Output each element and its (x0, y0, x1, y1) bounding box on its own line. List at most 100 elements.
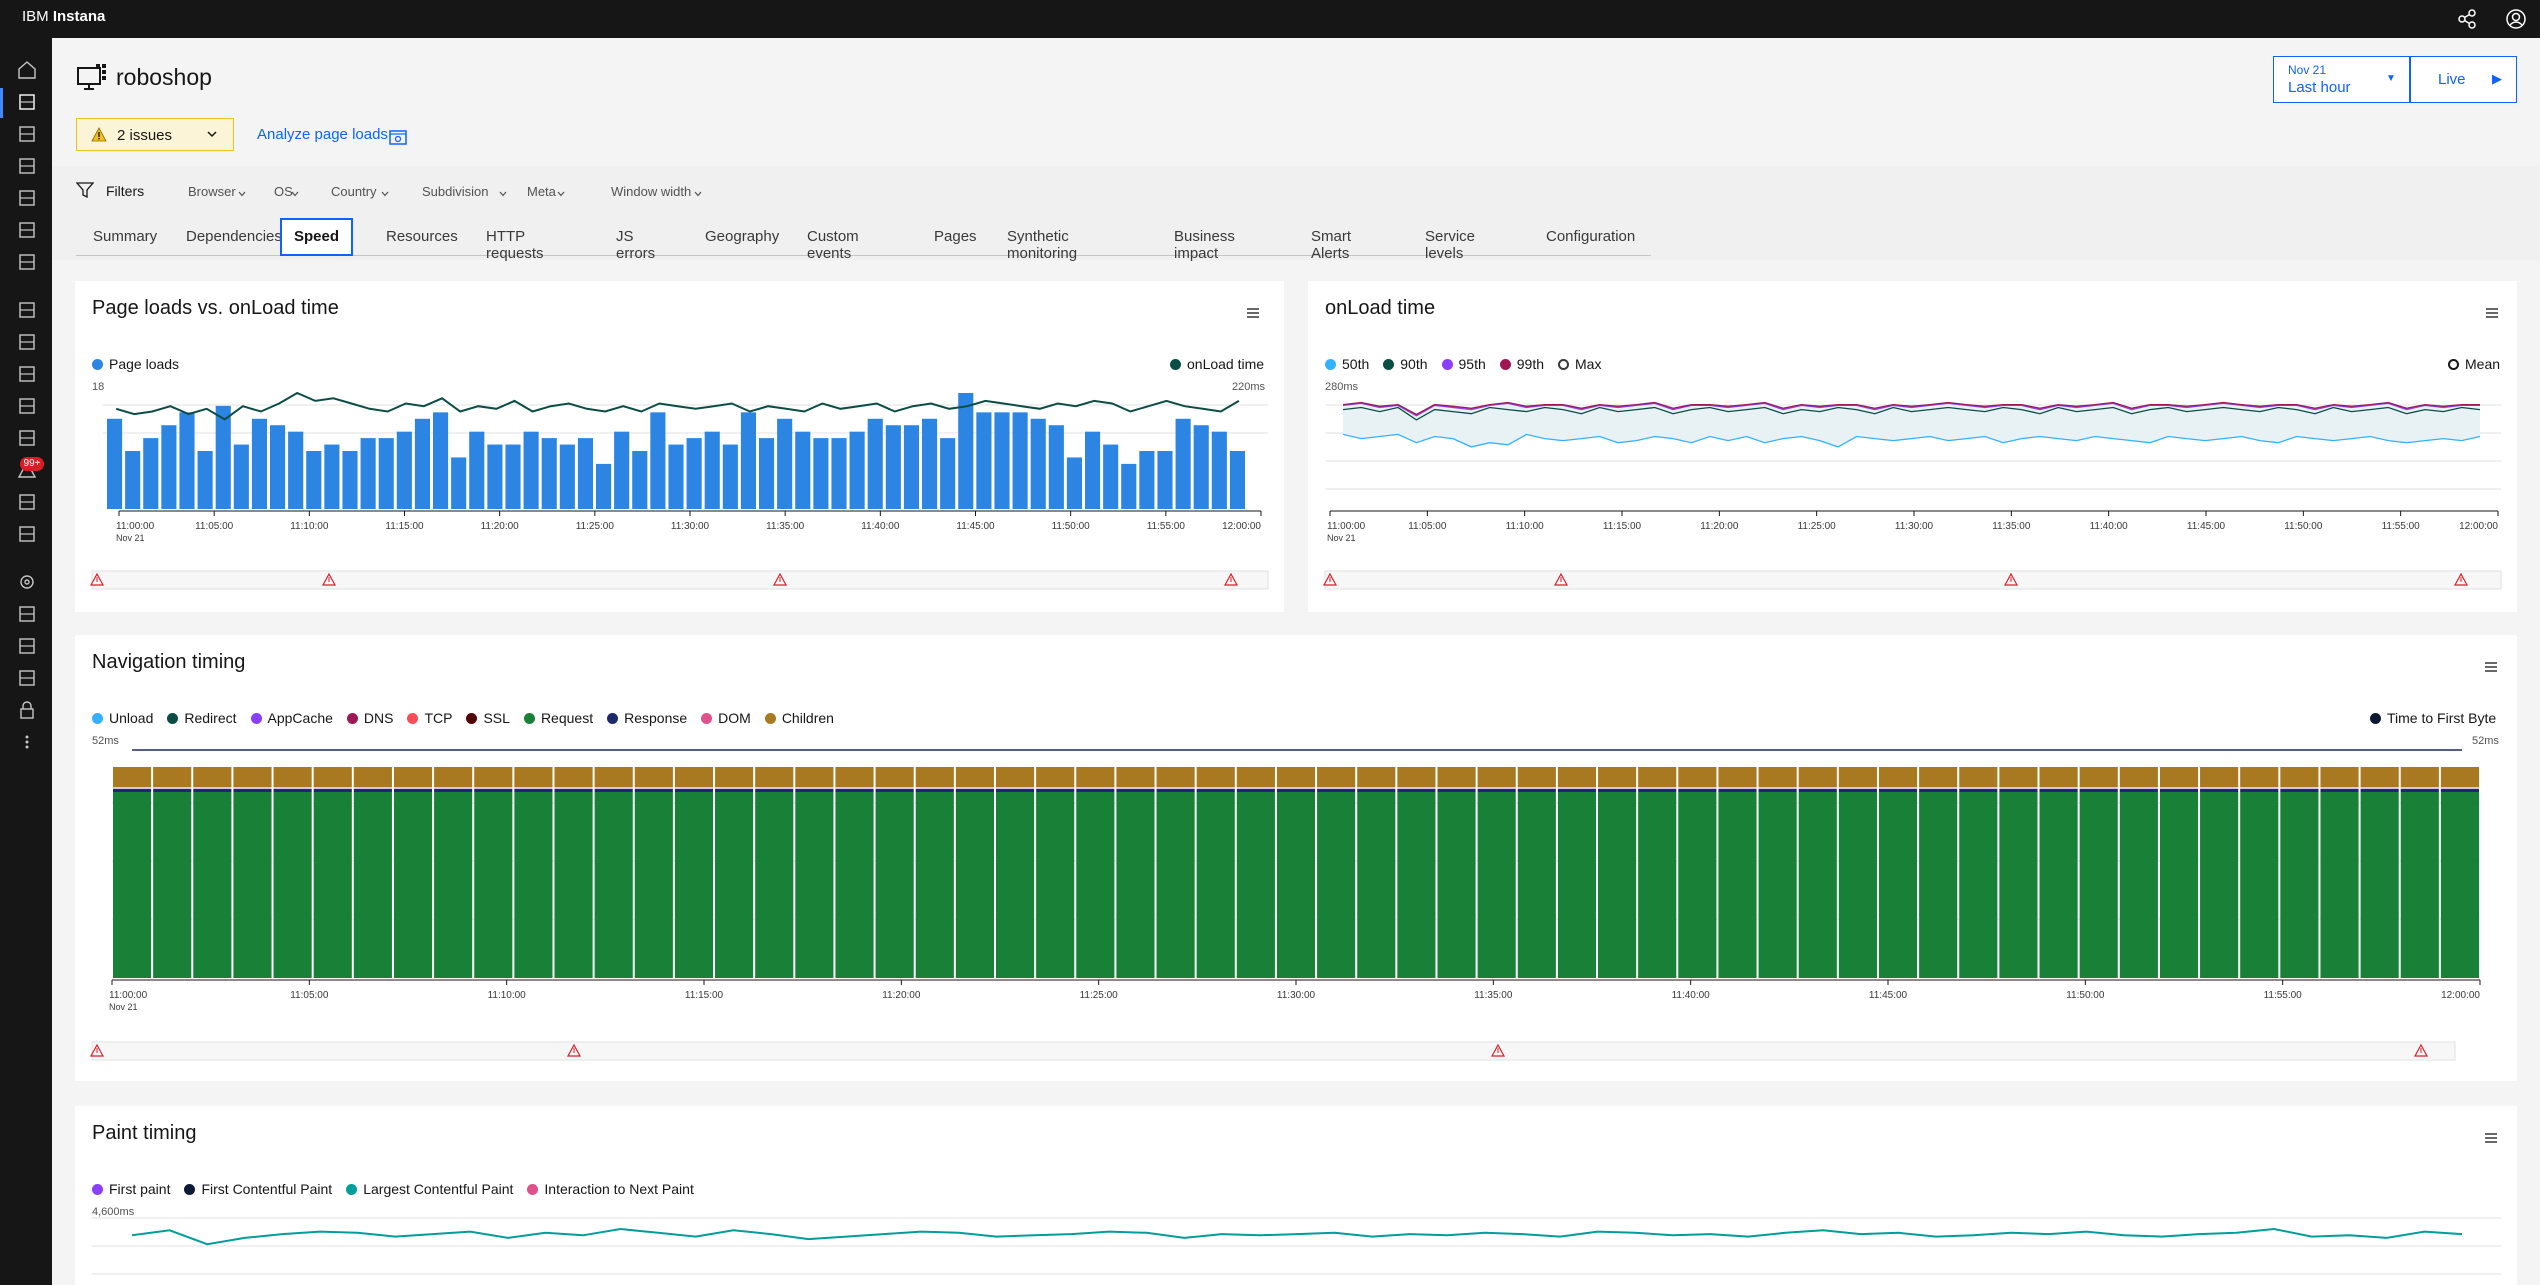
sli-icon[interactable] (17, 524, 37, 544)
bar-page-loads[interactable] (433, 412, 449, 509)
bar-dom[interactable] (233, 787, 272, 789)
bar-dom[interactable] (193, 787, 232, 789)
bar-response[interactable] (915, 789, 954, 792)
websites-icon[interactable] (17, 92, 37, 112)
bar-response[interactable] (2200, 789, 2239, 792)
ai-icon[interactable] (17, 188, 37, 208)
bar-request[interactable] (795, 792, 834, 978)
bar-children[interactable] (113, 767, 152, 787)
bar-dom[interactable] (594, 787, 633, 789)
bar-dom[interactable] (1236, 787, 1275, 789)
bar-request[interactable] (1156, 792, 1195, 978)
bar-children[interactable] (1798, 767, 1837, 787)
bar-request[interactable] (1638, 792, 1677, 978)
bar-request[interactable] (514, 792, 553, 978)
bar-response[interactable] (1598, 789, 1637, 792)
bar-page-loads[interactable] (831, 438, 847, 509)
bar-page-loads[interactable] (1211, 431, 1227, 509)
bar-dom[interactable] (1116, 787, 1155, 789)
bar-dom[interactable] (514, 787, 553, 789)
bar-request[interactable] (434, 792, 473, 978)
analyze-page-loads-link[interactable]: Analyze page loads (257, 126, 388, 143)
bar-dom[interactable] (1838, 787, 1877, 789)
bar-page-loads[interactable] (1048, 425, 1064, 509)
bar-children[interactable] (1317, 767, 1356, 787)
bar-page-loads[interactable] (215, 405, 231, 509)
bar-children[interactable] (1036, 767, 1075, 787)
tab-synthetic-monitoring[interactable]: Synthetic monitoring (1007, 218, 1077, 262)
bar-dom[interactable] (795, 787, 834, 789)
bar-children[interactable] (273, 767, 312, 787)
bar-response[interactable] (875, 789, 914, 792)
bar-response[interactable] (273, 789, 312, 792)
bar-request[interactable] (1397, 792, 1436, 978)
bar-request[interactable] (2440, 792, 2479, 978)
bar-dom[interactable] (1477, 787, 1516, 789)
bar-page-loads[interactable] (759, 438, 775, 509)
line-largest-contentful-paint[interactable] (131, 1227, 2463, 1246)
bar-response[interactable] (2039, 789, 2078, 792)
bar-dom[interactable] (835, 787, 874, 789)
bar-dom[interactable] (1076, 787, 1115, 789)
bar-dom[interactable] (1718, 787, 1757, 789)
bar-page-loads[interactable] (324, 444, 340, 509)
bar-dom[interactable] (1959, 787, 1998, 789)
bar-dom[interactable] (995, 787, 1035, 789)
bar-request[interactable] (113, 792, 152, 978)
bar-request[interactable] (2320, 792, 2359, 978)
bar-children[interactable] (2280, 767, 2319, 787)
bar-request[interactable] (1557, 792, 1597, 978)
bar-page-loads[interactable] (1139, 451, 1155, 509)
bar-response[interactable] (594, 789, 633, 792)
bar-page-loads[interactable] (451, 457, 467, 509)
bar-dom[interactable] (1919, 787, 1958, 789)
bar-request[interactable] (1798, 792, 1837, 978)
bar-request[interactable] (554, 792, 593, 978)
bar-page-loads[interactable] (342, 451, 358, 509)
bar-dom[interactable] (2119, 787, 2158, 789)
bar-dom[interactable] (1156, 787, 1195, 789)
bar-children[interactable] (434, 767, 473, 787)
bar-dom[interactable] (755, 787, 794, 789)
bar-request[interactable] (755, 792, 794, 978)
more-icon[interactable] (17, 732, 37, 752)
line-onload-time[interactable] (115, 391, 1240, 421)
mobile-apps-icon[interactable] (17, 124, 37, 144)
tab-geography[interactable]: Geography (705, 218, 779, 256)
bar-page-loads[interactable] (1066, 457, 1082, 509)
bar-children[interactable] (1999, 767, 2038, 787)
bar-children[interactable] (514, 767, 553, 787)
bar-children[interactable] (2039, 767, 2078, 787)
user-icon[interactable] (2503, 6, 2529, 32)
bar-children[interactable] (1156, 767, 1195, 787)
bar-response[interactable] (1116, 789, 1155, 792)
bar-page-loads[interactable] (505, 444, 521, 509)
pipelines-icon[interactable] (17, 636, 37, 656)
bar-response[interactable] (2159, 789, 2199, 792)
bar-page-loads[interactable] (614, 431, 630, 509)
bar-response[interactable] (554, 789, 593, 792)
tab-js-errors[interactable]: JS errors (616, 218, 655, 262)
bar-dom[interactable] (2159, 787, 2199, 789)
bar-dom[interactable] (2280, 787, 2319, 789)
bar-response[interactable] (2280, 789, 2319, 792)
bar-children[interactable] (1517, 767, 1556, 787)
bar-response[interactable] (474, 789, 513, 792)
bar-page-loads[interactable] (360, 438, 376, 509)
bar-children[interactable] (353, 767, 392, 787)
page-loads-chart[interactable]: 11:00:00 11:05:00 11:10:00 11:15:00 11:20:00… (75, 281, 1284, 612)
bar-children[interactable] (313, 767, 352, 787)
bar-page-loads[interactable] (487, 444, 503, 509)
bar-page-loads[interactable] (1012, 412, 1028, 509)
bar-dom[interactable] (113, 787, 152, 789)
bar-page-loads[interactable] (288, 431, 304, 509)
bar-children[interactable] (2240, 767, 2279, 787)
bar-dom[interactable] (715, 787, 754, 789)
bar-dom[interactable] (1638, 787, 1677, 789)
bar-children[interactable] (2159, 767, 2199, 787)
bar-response[interactable] (1638, 789, 1677, 792)
bar-response[interactable] (1959, 789, 1998, 792)
bar-page-loads[interactable] (867, 418, 883, 509)
bar-request[interactable] (313, 792, 352, 978)
bar-dom[interactable] (273, 787, 312, 789)
